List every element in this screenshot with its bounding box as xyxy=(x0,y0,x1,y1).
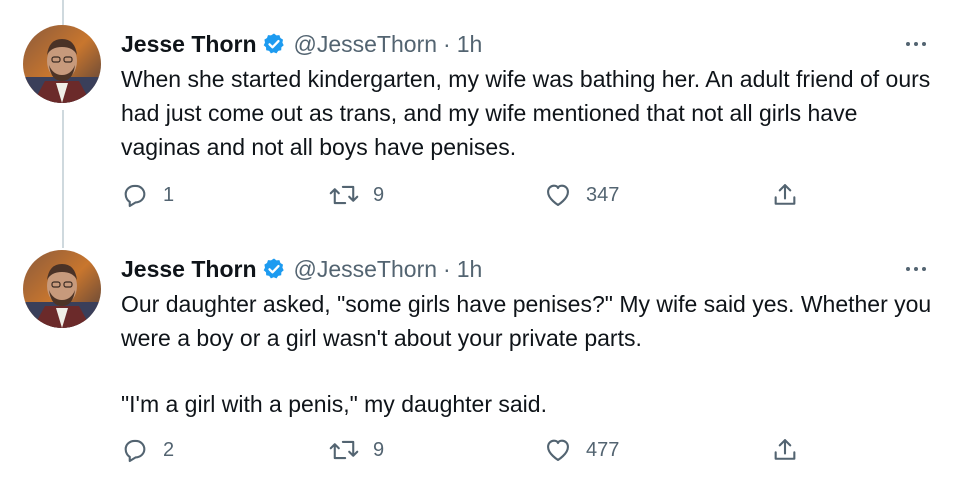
reply-icon xyxy=(121,436,149,464)
retweet-button[interactable]: 9 xyxy=(329,436,384,464)
retweet-count: 9 xyxy=(373,183,385,206)
tweet-text-paragraph: Our daughter asked, "some girls have pen… xyxy=(121,291,932,351)
reply-button[interactable]: 2 xyxy=(121,436,174,464)
tweet-actions: 1 9 347 xyxy=(121,181,821,211)
share-button[interactable] xyxy=(771,436,799,464)
avatar-image xyxy=(23,250,101,328)
reply-count: 2 xyxy=(163,438,175,461)
like-count: 477 xyxy=(586,438,620,461)
retweet-button[interactable]: 9 xyxy=(329,181,384,209)
tweet-header: Jesse Thorn @JesseThorn · 1h xyxy=(121,28,482,60)
separator-dot: · xyxy=(443,30,451,57)
more-options-icon[interactable] xyxy=(906,267,926,271)
author-handle[interactable]: @JesseThorn xyxy=(294,256,438,283)
avatar[interactable] xyxy=(23,25,101,103)
share-button[interactable] xyxy=(771,181,799,209)
reply-count: 1 xyxy=(163,183,175,206)
author-handle[interactable]: @JesseThorn xyxy=(294,31,438,58)
author-name[interactable]: Jesse Thorn xyxy=(121,31,257,58)
retweet-icon xyxy=(329,436,359,464)
avatar[interactable] xyxy=(23,250,101,328)
separator-dot: · xyxy=(443,255,451,282)
more-options-icon[interactable] xyxy=(906,42,926,46)
timestamp[interactable]: 1h xyxy=(457,256,483,283)
like-button[interactable]: 347 xyxy=(544,181,619,209)
retweet-count: 9 xyxy=(373,438,385,461)
tweet[interactable]: Jesse Thorn @JesseThorn · 1h When she st… xyxy=(0,0,976,240)
reply-button[interactable]: 1 xyxy=(121,181,174,209)
author-name[interactable]: Jesse Thorn xyxy=(121,256,257,283)
like-count: 347 xyxy=(586,183,620,206)
verified-badge-icon xyxy=(262,32,286,56)
tweet-text: Our daughter asked, "some girls have pen… xyxy=(121,287,941,421)
tweet-text-paragraph: "I'm a girl with a penis," my daughter s… xyxy=(121,391,547,417)
avatar-image xyxy=(23,25,101,103)
share-icon xyxy=(771,181,799,209)
timestamp[interactable]: 1h xyxy=(457,31,483,58)
tweet-actions: 2 9 477 xyxy=(121,436,821,466)
share-icon xyxy=(771,436,799,464)
like-icon xyxy=(544,181,572,209)
like-button[interactable]: 477 xyxy=(544,436,619,464)
tweet[interactable]: Jesse Thorn @JesseThorn · 1h Our daughte… xyxy=(0,240,976,480)
retweet-icon xyxy=(329,181,359,209)
verified-badge-icon xyxy=(262,257,286,281)
tweet-header: Jesse Thorn @JesseThorn · 1h xyxy=(121,253,482,285)
reply-icon xyxy=(121,181,149,209)
like-icon xyxy=(544,436,572,464)
tweet-text-paragraph: When she started kindergarten, my wife w… xyxy=(121,66,931,160)
tweet-text: When she started kindergarten, my wife w… xyxy=(121,62,941,164)
